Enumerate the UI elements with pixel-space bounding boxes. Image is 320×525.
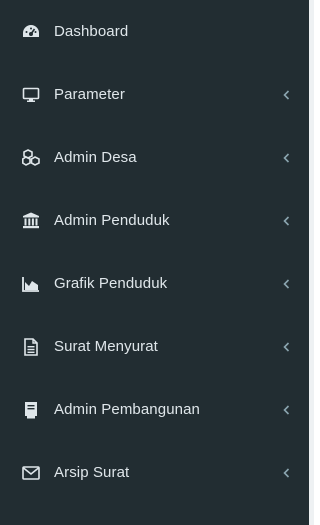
sidebar-item-admin-penduduk[interactable]: Admin Penduduk (0, 189, 309, 252)
chevron-left-icon (281, 341, 291, 353)
area-chart-icon (20, 273, 42, 295)
sidebar-item-admin-pembangunan[interactable]: Admin Pembangunan (0, 378, 309, 441)
bank-icon (20, 210, 42, 232)
dashboard-icon (20, 21, 42, 43)
sidebar-item-arsip-surat[interactable]: Arsip Surat (0, 441, 309, 504)
sidebar-item-label: Dashboard (54, 23, 129, 40)
sidebar-item-dashboard[interactable]: Dashboard (0, 0, 309, 63)
sidebar-menu: Dashboard Parameter Admin Desa Admin Pen… (0, 0, 309, 504)
sidebar-item-grafik-penduduk[interactable]: Grafik Penduduk (0, 252, 309, 315)
book-icon (20, 399, 42, 421)
chevron-left-icon (281, 152, 291, 164)
sidebar-item-parameter[interactable]: Parameter (0, 63, 309, 126)
chevron-left-icon (281, 404, 291, 416)
envelope-icon (20, 462, 42, 484)
cubes-icon (20, 147, 42, 169)
chevron-left-icon (281, 467, 291, 479)
sidebar-item-label: Admin Pembangunan (54, 401, 200, 418)
sidebar-item-label: Admin Desa (54, 149, 137, 166)
chevron-left-icon (281, 215, 291, 227)
sidebar-item-surat-menyurat[interactable]: Surat Menyurat (0, 315, 309, 378)
chevron-left-icon (281, 89, 291, 101)
sidebar-item-label: Admin Penduduk (54, 212, 170, 229)
file-text-icon (20, 336, 42, 358)
sidebar-item-label: Arsip Surat (54, 464, 130, 481)
sidebar-item-label: Surat Menyurat (54, 338, 158, 355)
sidebar: Dashboard Parameter Admin Desa Admin Pen… (0, 0, 309, 525)
sidebar-item-label: Grafik Penduduk (54, 275, 168, 292)
content-edge (309, 0, 314, 525)
sidebar-item-admin-desa[interactable]: Admin Desa (0, 126, 309, 189)
desktop-icon (20, 84, 42, 106)
sidebar-item-label: Parameter (54, 86, 125, 103)
chevron-left-icon (281, 278, 291, 290)
